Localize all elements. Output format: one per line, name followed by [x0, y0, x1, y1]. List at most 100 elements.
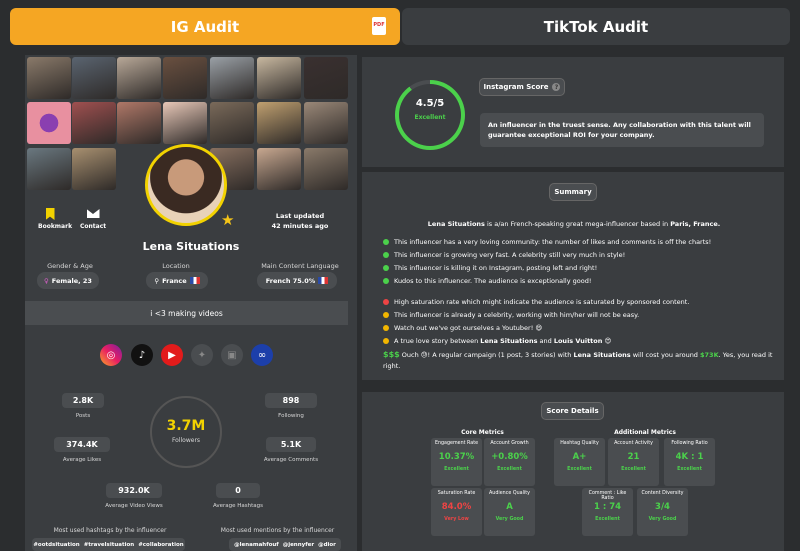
collab-prefix: A true love story between	[394, 337, 481, 345]
metric-card[interactable]: Comment : Like Ratio 1 : 74 Excellent	[582, 488, 633, 536]
post-thumbnail[interactable]	[304, 57, 348, 99]
warning-icon	[383, 299, 389, 305]
summary-negative: High saturation rate which might indicat…	[383, 298, 689, 306]
metric-grade: Excellent	[621, 467, 646, 472]
post-thumbnail[interactable]	[27, 148, 71, 190]
language-pill: French 75.0%	[257, 272, 337, 289]
post-thumbnail[interactable]	[27, 57, 71, 99]
france-flag-icon	[189, 277, 200, 284]
post-thumbnail[interactable]	[304, 148, 348, 190]
hashtags-label: Most used hashtags by the influencer	[53, 527, 167, 534]
post-thumbnail[interactable]	[163, 102, 207, 144]
mention-item[interactable]: @lenamahfouf	[234, 542, 279, 548]
post-thumbnail[interactable]	[210, 102, 254, 144]
metric-title: Comment : Like Ratio	[588, 491, 627, 501]
mention-item[interactable]: @dior	[318, 542, 336, 548]
summary-collab: A true love story between Lena Situation…	[383, 337, 611, 345]
price-d: right.	[383, 362, 401, 370]
metric-value: 1 : 74	[593, 502, 622, 512]
metric-card[interactable]: Content Diversity 3/4 Very Good	[637, 488, 688, 536]
post-thumbnail[interactable]	[257, 57, 301, 99]
followers-value: 3.7M	[166, 418, 206, 434]
metric-value: 10.37%	[438, 452, 475, 462]
price-a: Ouch 😓! A regular campaign (1 post, 3 st…	[399, 351, 574, 359]
post-thumbnail[interactable]	[210, 57, 254, 99]
hashtag-item[interactable]: #collaboration	[138, 542, 183, 548]
language-value: French 75.0%	[265, 276, 316, 285]
positive-text: This influencer is killing it on Instagr…	[394, 264, 598, 272]
post-thumbnail[interactable]	[72, 57, 116, 99]
metric-card[interactable]: Audience Quality A Very Good	[484, 488, 535, 536]
twitch-icon[interactable]: ▣	[221, 344, 243, 366]
post-thumbnail[interactable]	[72, 148, 116, 190]
tab-ig-audit[interactable]: IG Audit	[10, 8, 400, 45]
collab-name: Lena Situations	[480, 337, 538, 345]
hashtag-item[interactable]: #ootdsituation	[33, 542, 79, 548]
metric-card[interactable]: Account Activity 21 Excellent	[608, 438, 659, 486]
info-text: Watch out we've got ourselves a Youtuber…	[394, 324, 543, 332]
post-thumbnail[interactable]	[117, 102, 161, 144]
metric-card[interactable]: Hashtag Quality A+ Excellent	[554, 438, 605, 486]
bio: i <3 making videos	[25, 301, 348, 325]
posts-value: 2.8K	[62, 393, 104, 408]
metric-grade: Excellent	[444, 467, 469, 472]
bookmark-icon	[45, 208, 55, 220]
additional-metrics-label: Additional Metrics	[614, 429, 676, 436]
summary-info: This influencer is already a celebrity, …	[383, 311, 639, 319]
metric-value: 3/4	[655, 502, 670, 512]
metric-grade: Excellent	[497, 467, 522, 472]
language-label: Main Content Language	[261, 262, 339, 270]
post-thumbnail[interactable]	[257, 102, 301, 144]
metric-card[interactable]: Following Ratio 4K : 1 Excellent	[664, 438, 715, 486]
instagram-icon[interactable]: ◎	[100, 344, 122, 366]
help-icon[interactable]: ?	[552, 83, 561, 91]
mail-icon	[86, 209, 100, 218]
avg-comments-value: 5.1K	[266, 437, 316, 452]
hashtag-item[interactable]: #travelsituation	[84, 542, 135, 548]
contact-button[interactable]: Contact	[80, 209, 106, 230]
location-label: Location	[162, 262, 190, 270]
metric-value: 4K : 1	[675, 452, 704, 462]
info-text: This influencer is already a celebrity, …	[394, 311, 640, 319]
metric-value: A	[506, 502, 513, 512]
collab-and: and	[537, 337, 554, 345]
post-thumbnail[interactable]	[257, 148, 301, 190]
last-updated-value: 42 minutes ago	[271, 222, 329, 230]
positive-text: This influencer is growing very fast. A …	[394, 251, 626, 259]
summary-positive: This influencer is killing it on Instagr…	[383, 264, 597, 272]
check-icon	[383, 239, 389, 245]
summary-positive: This influencer is growing very fast. A …	[383, 251, 625, 259]
youtube-icon[interactable]: ▶	[161, 344, 183, 366]
metric-grade: Excellent	[595, 517, 620, 522]
score-title: Instagram Score ?	[479, 78, 565, 96]
metric-card[interactable]: Account Growth +0.80% Excellent	[484, 438, 535, 486]
intro-name: Lena Situations	[427, 220, 485, 228]
mention-item[interactable]: @jennyfer	[283, 542, 314, 548]
location-icon: ⚲	[154, 276, 160, 285]
score-title-text: Instagram Score	[483, 83, 549, 91]
bookmark-label: Bookmark	[38, 223, 73, 230]
post-thumbnail[interactable]	[117, 57, 161, 99]
check-icon	[383, 265, 389, 271]
collab-brand: Louis Vuitton	[553, 337, 603, 345]
metric-title: Following Ratio	[671, 441, 708, 446]
post-thumbnail[interactable]	[163, 57, 207, 99]
link-icon[interactable]: ∞	[251, 344, 273, 366]
post-thumbnail[interactable]	[304, 102, 348, 144]
mentions-label: Most used mentions by the influencer	[220, 527, 335, 534]
metric-value: A+	[572, 452, 587, 462]
twitter-icon[interactable]: ✦	[191, 344, 213, 366]
tiktok-icon[interactable]: ♪	[131, 344, 153, 366]
metric-card[interactable]: Saturation Rate 84.0% Very Low	[431, 488, 482, 536]
post-thumbnail[interactable]	[27, 102, 71, 144]
metric-value: 21	[627, 452, 640, 462]
summary-title: Summary	[549, 183, 597, 201]
post-thumbnail[interactable]	[72, 102, 116, 144]
metric-title: Account Activity	[614, 441, 653, 446]
pdf-icon[interactable]	[372, 17, 386, 35]
summary-positive: Kudos to this influencer. The audience i…	[383, 277, 591, 285]
tab-tiktok-audit[interactable]: TikTok Audit	[402, 8, 790, 45]
bookmark-button[interactable]: Bookmark	[38, 208, 73, 230]
avg-likes-label: Average Likes	[62, 457, 102, 463]
metric-card[interactable]: Engagement Rate 10.37% Excellent	[431, 438, 482, 486]
